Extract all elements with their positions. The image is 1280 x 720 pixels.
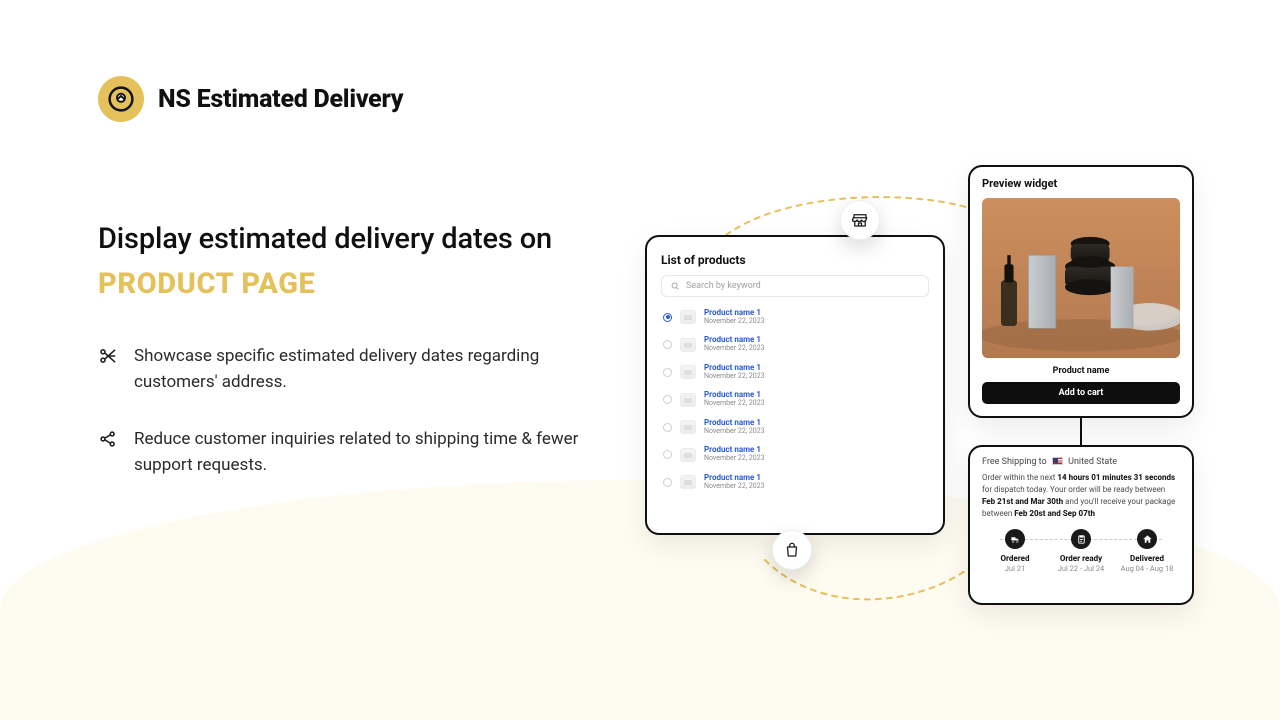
truck-icon [1005, 529, 1025, 549]
bullet-list: Showcase specific estimated delivery dat… [98, 343, 598, 478]
scissors-icon [98, 346, 118, 366]
brand-title: NS Estimated Delivery [158, 85, 403, 114]
product-thumbnail [680, 310, 696, 324]
product-name-caption: Product name [982, 366, 1180, 376]
radio-select[interactable] [663, 395, 672, 404]
shopping-bag-float-button[interactable] [772, 530, 812, 570]
product-meta: Product name 1November 22, 2023 [704, 446, 765, 462]
product-row[interactable]: Product name 1November 22, 2023 [661, 305, 929, 329]
preview-title: Preview widget [982, 177, 1180, 190]
home-icon [1137, 529, 1157, 549]
step-label: Ordered [1000, 554, 1029, 563]
brand-logo [98, 76, 144, 122]
product-thumbnail [680, 475, 696, 489]
timeline-step-ordered: Ordered Jul 21 [984, 529, 1046, 573]
marketing-copy: Display estimated delivery dates on PROD… [98, 217, 598, 478]
radio-select[interactable] [663, 368, 672, 377]
product-thumbnail [680, 420, 696, 434]
product-thumbnail [680, 448, 696, 462]
bullet-item: Reduce customer inquiries related to shi… [98, 426, 598, 479]
shipping-description: Order within the next 14 hours 01 minute… [982, 472, 1180, 520]
delivery-widget-panel: Free Shipping to United State Order with… [968, 445, 1194, 605]
product-thumbnail [680, 365, 696, 379]
clipboard-icon [1071, 529, 1091, 549]
step-date: Jul 21 [1005, 564, 1025, 573]
ship-country: United State [1068, 457, 1117, 467]
product-meta: Product name 1November 22, 2023 [704, 419, 765, 435]
product-date: November 22, 2023 [704, 455, 765, 463]
product-image [982, 198, 1180, 358]
ship-prefix: Free Shipping to [982, 457, 1047, 467]
connector-line [1080, 418, 1082, 445]
step-date: Aug 04 - Aug 18 [1121, 564, 1174, 573]
product-thumbnail [680, 393, 696, 407]
products-list-title: List of products [661, 253, 929, 267]
product-date: November 22, 2023 [704, 318, 765, 326]
timeline-step-delivered: Delivered Aug 04 - Aug 18 [1116, 529, 1178, 573]
product-row[interactable]: Product name 1November 22, 2023 [661, 415, 929, 439]
headline: Display estimated delivery dates on PROD… [98, 217, 598, 307]
preview-widget-panel: Preview widget [968, 165, 1194, 418]
headline-prefix: Display estimated delivery dates on [98, 222, 552, 256]
product-thumbnail [680, 338, 696, 352]
bullet-text: Reduce customer inquiries related to shi… [134, 426, 598, 479]
product-date: November 22, 2023 [704, 428, 765, 436]
radio-select[interactable] [663, 478, 672, 487]
timeline-step-ready: Order ready Jul 22 - Jul 24 [1050, 529, 1112, 573]
product-row[interactable]: Product name 1November 22, 2023 [661, 442, 929, 466]
product-date: November 22, 2023 [704, 400, 765, 408]
radio-select[interactable] [663, 340, 672, 349]
search-placeholder: Search by keyword [686, 281, 761, 291]
product-rows: Product name 1November 22, 2023 Product n… [661, 305, 929, 494]
product-meta: Product name 1November 22, 2023 [704, 391, 765, 407]
pin-up-icon [108, 86, 134, 112]
bullet-item: Showcase specific estimated delivery dat… [98, 343, 598, 396]
product-meta: Product name 1November 22, 2023 [704, 336, 765, 352]
storefront-icon [851, 211, 869, 229]
product-meta: Product name 1November 22, 2023 [704, 364, 765, 380]
brand-header: NS Estimated Delivery [98, 76, 403, 122]
product-row[interactable]: Product name 1November 22, 2023 [661, 470, 929, 494]
product-row[interactable]: Product name 1November 22, 2023 [661, 360, 929, 384]
product-date: November 22, 2023 [704, 483, 765, 491]
product-row[interactable]: Product name 1November 22, 2023 [661, 387, 929, 411]
add-to-cart-button[interactable]: Add to cart [982, 382, 1180, 404]
radio-select[interactable] [663, 313, 672, 322]
product-row[interactable]: Product name 1November 22, 2023 [661, 332, 929, 356]
bullet-text: Showcase specific estimated delivery dat… [134, 343, 598, 396]
search-icon [670, 281, 680, 291]
storefront-float-button[interactable] [840, 200, 880, 240]
product-date: November 22, 2023 [704, 345, 765, 353]
product-meta: Product name 1November 22, 2023 [704, 309, 765, 325]
share-nodes-icon [98, 429, 118, 449]
search-input[interactable]: Search by keyword [661, 275, 929, 297]
step-label: Delivered [1130, 554, 1164, 563]
us-flag-icon [1052, 457, 1063, 465]
product-meta: Product name 1November 22, 2023 [704, 474, 765, 490]
product-date: November 22, 2023 [704, 373, 765, 381]
shopping-bag-icon [783, 541, 801, 559]
radio-select[interactable] [663, 450, 672, 459]
headline-emphasis: PRODUCT PAGE [98, 267, 315, 301]
step-label: Order ready [1060, 554, 1102, 563]
radio-select[interactable] [663, 423, 672, 432]
delivery-timeline: Ordered Jul 21 Order ready Jul 22 - Jul … [982, 529, 1180, 573]
step-date: Jul 22 - Jul 24 [1058, 564, 1105, 573]
products-list-panel: List of products Search by keyword Produ… [645, 235, 945, 535]
shipping-destination: Free Shipping to United State [982, 457, 1180, 467]
